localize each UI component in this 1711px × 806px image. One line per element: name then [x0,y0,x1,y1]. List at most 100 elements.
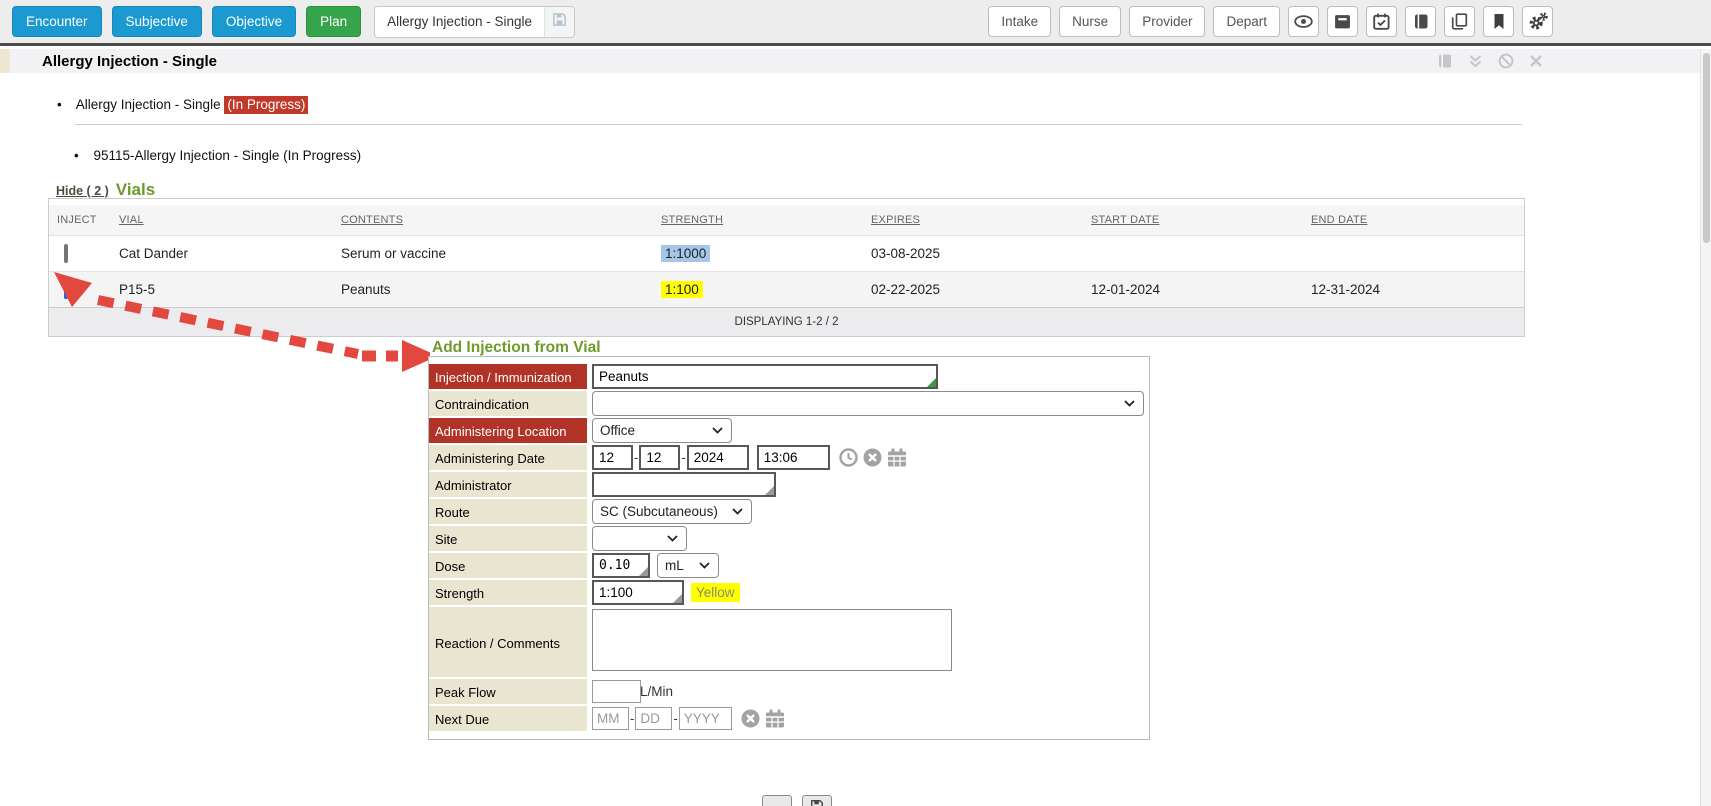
stage-button-depart[interactable]: Depart [1213,6,1280,37]
nav-button-subjective[interactable]: Subjective [112,6,202,37]
toolbar-right-cluster: Intake Nurse Provider Depart [988,6,1553,37]
next-due-label: Next Due [429,706,587,731]
cell-contents: Serum or vaccine [333,236,653,272]
template-save-button[interactable] [544,7,574,37]
chevron-down-icon [1124,400,1135,407]
clock-icon[interactable] [839,448,858,467]
vertical-scrollbar[interactable] [1700,49,1711,806]
cell-start-date [1083,236,1303,272]
table-row: P15-5 Peanuts 1:100 02-22-2025 12-01-202… [49,272,1524,308]
add-injection-heading: Add Injection from Vial [430,339,611,357]
close-icon[interactable] [1529,54,1543,68]
vials-section-title: Hide ( 2 ) Vials [53,180,164,200]
chevron-down-icon [712,427,723,434]
clear-date-icon[interactable] [741,709,760,728]
route-select[interactable]: SC (Subcutaneous) [592,499,752,524]
encounter-list-item: • Allergy Injection - Single (In Progres… [57,97,308,112]
scrollbar-thumb[interactable] [1703,53,1710,243]
dose-input[interactable] [592,553,650,578]
vials-header-row: INJECT VIAL CONTENTS STRENGTH EXPIRES ST… [49,205,1524,236]
admin-time-input[interactable] [757,445,830,470]
strength-label: Strength [429,580,587,605]
peak-flow-input[interactable] [592,680,641,703]
pages-icon[interactable] [1437,53,1453,69]
bookmark-icon[interactable] [1483,6,1514,37]
admin-date-day-input[interactable] [639,445,680,470]
site-label: Site [429,526,587,551]
cell-end-date: 12-31-2024 [1303,272,1524,308]
inject-checkbox-unchecked[interactable] [64,244,68,263]
cell-strength: 1:100 [653,272,863,308]
column-header-expires[interactable]: EXPIRES [863,205,1083,236]
calendar-check-icon[interactable] [1366,6,1397,37]
next-due-year-input[interactable] [679,707,732,730]
injection-input[interactable] [592,364,938,389]
bullet-dot: • [57,97,62,112]
nav-button-encounter[interactable]: Encounter [12,6,102,37]
gears-icon[interactable] [1522,6,1553,37]
chevron-down-icon [667,535,678,542]
reaction-comments-textarea[interactable] [592,609,952,671]
nav-button-plan[interactable]: Plan [306,6,361,37]
save-floppy-icon [552,12,567,32]
encounter-sub-item: • 95115-Allergy Injection - Single (In P… [74,148,361,163]
stage-button-provider[interactable]: Provider [1129,6,1205,37]
vials-table: INJECT VIAL CONTENTS STRENGTH EXPIRES ST… [49,205,1524,336]
dose-unit-select[interactable]: mL [657,553,719,578]
double-chevron-down-icon[interactable] [1468,54,1483,68]
chevron-down-icon [732,508,743,515]
hide-vials-link[interactable]: Hide ( 2 ) [56,184,109,198]
circle-slash-icon[interactable] [1498,53,1514,69]
column-header-contents[interactable]: CONTENTS [333,205,653,236]
column-header-vial[interactable]: VIAL [111,205,333,236]
template-selector[interactable]: Allergy Injection - Single [374,6,575,38]
encounter-sub-item-label: 95115-Allergy Injection - Single (In Pro… [94,148,362,163]
administrator-input[interactable] [592,472,776,497]
column-header-strength[interactable]: STRENGTH [653,205,863,236]
bottom-save-button[interactable] [802,795,832,806]
archive-icon[interactable] [1327,6,1358,37]
reaction-comments-label: Reaction / Comments [429,607,587,677]
site-select[interactable] [592,526,687,551]
cell-expires: 02-22-2025 [863,272,1083,308]
administering-location-label: Administering Location [429,418,587,443]
table-row: Cat Dander Serum or vaccine 1:1000 03-08… [49,236,1524,272]
cell-end-date [1303,236,1524,272]
bottom-action-button[interactable] [762,795,792,806]
chevron-down-icon [699,562,710,569]
calendar-icon[interactable] [765,709,785,728]
table-paging-status: DISPLAYING 1-2 / 2 [49,308,1524,337]
copy-icon[interactable] [1444,6,1475,37]
next-due-day-input[interactable] [635,707,672,730]
nav-button-objective[interactable]: Objective [212,6,296,37]
column-header-start-date[interactable]: START DATE [1083,205,1303,236]
calendar-icon[interactable] [887,448,907,467]
administering-date-label: Administering Date [429,445,587,470]
status-badge: (In Progress) [224,96,308,114]
journal-icon[interactable] [1405,6,1436,37]
contraindication-label: Contraindication [429,391,587,416]
cell-vial: Cat Dander [111,236,333,272]
stage-button-intake[interactable]: Intake [988,6,1051,37]
next-due-month-input[interactable] [592,707,629,730]
administering-location-select[interactable]: Office [592,418,732,443]
strength-input[interactable] [592,580,684,605]
vials-heading: Vials [116,180,155,200]
add-injection-form: Injection / Immunization Contraindicatio… [428,356,1150,740]
contraindication-select[interactable] [592,391,1144,416]
column-header-end-date[interactable]: END DATE [1303,205,1524,236]
inject-checkbox-checked[interactable] [64,280,68,299]
panel-header: Allergy Injection - Single [0,49,1711,73]
panel-header-icons [1437,53,1543,69]
eye-icon[interactable] [1288,6,1319,37]
route-label: Route [429,499,587,524]
admin-date-month-input[interactable] [592,445,633,470]
strength-color-badge: Yellow [691,583,740,602]
peak-flow-unit: L/Min [640,684,673,699]
app-root: Encounter Subjective Objective Plan Alle… [0,0,1711,806]
stage-button-nurse[interactable]: Nurse [1059,6,1121,37]
peak-flow-label: Peak Flow [429,679,587,704]
admin-date-year-input[interactable] [687,445,749,470]
clear-date-icon[interactable] [863,448,882,467]
cell-strength: 1:1000 [653,236,863,272]
